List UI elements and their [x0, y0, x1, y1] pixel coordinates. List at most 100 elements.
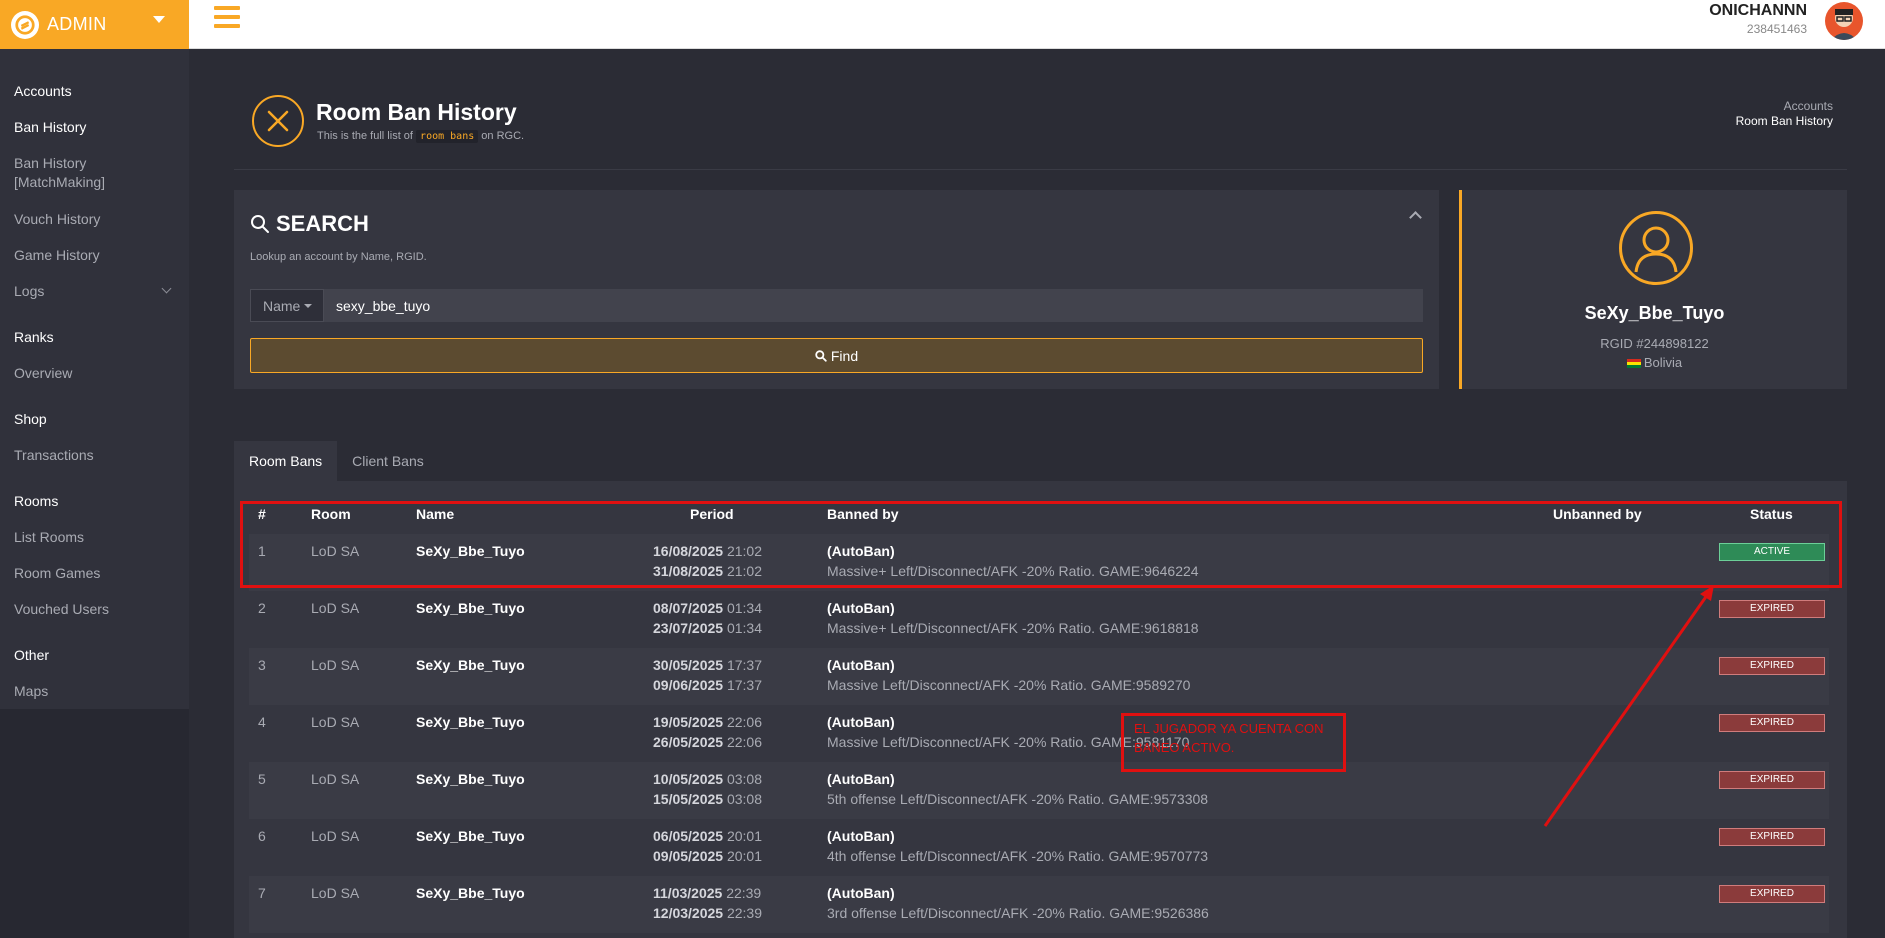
sidebar-item-ban-history-matchmaking[interactable]: Ban History [14, 154, 86, 173]
row-room: LoD SA [311, 771, 360, 787]
profile-card: SeXy_Bbe_Tuyo RGID #244898122 Bolivia [1459, 190, 1847, 389]
table-row[interactable]: 7 LoD SA SeXy_Bbe_Tuyo 11/03/2025 22:39 … [249, 876, 1829, 933]
row-period-end: 26/05/2025 22:06 [653, 734, 762, 750]
status-badge: EXPIRED [1719, 885, 1825, 903]
row-room: LoD SA [311, 828, 360, 844]
row-room: LoD SA [311, 885, 360, 901]
search-hint: Lookup an account by Name, RGID. [250, 251, 427, 263]
search-title: SEARCH [250, 211, 369, 237]
find-button[interactable]: Find [250, 338, 1423, 373]
row-start-date: 19/05/2025 [653, 714, 724, 730]
brand-menu[interactable]: ADMIN [0, 0, 189, 49]
row-period-start: 10/05/2025 03:08 [653, 771, 762, 787]
chevron-down-icon[interactable] [153, 16, 165, 23]
row-start-time: 01:34 [726, 600, 763, 616]
row-num: 5 [258, 771, 266, 787]
sidebar-item-game-history[interactable]: Game History [14, 246, 100, 265]
row-start-time: 22:06 [726, 714, 763, 730]
search-row: Name [250, 289, 1423, 322]
row-name[interactable]: SeXy_Bbe_Tuyo [416, 828, 525, 844]
page-subtitle: This is the full list of room bans on RG… [317, 130, 524, 143]
sidebar-item-transactions[interactable]: Transactions [14, 446, 94, 465]
page-subtitle-code: room bans [416, 130, 479, 143]
avatar[interactable] [1825, 2, 1863, 40]
row-end-time: 22:06 [726, 734, 763, 750]
sidebar-item-ban-history[interactable]: Ban History [14, 118, 86, 137]
search-type-select[interactable]: Name [250, 289, 324, 322]
row-room: LoD SA [311, 657, 360, 673]
row-start-time: 03:08 [726, 771, 763, 787]
table-row[interactable]: 4 LoD SA SeXy_Bbe_Tuyo 19/05/2025 22:06 … [249, 705, 1829, 762]
row-end-time: 17:37 [726, 677, 763, 693]
row-start-date: 06/05/2025 [653, 828, 724, 844]
row-reason: Massive+ Left/Disconnect/AFK -20% Ratio.… [827, 620, 1199, 636]
row-banned-by: (AutoBan) [827, 771, 895, 787]
table-row[interactable]: 5 LoD SA SeXy_Bbe_Tuyo 10/05/2025 03:08 … [249, 762, 1829, 819]
row-banned-by: (AutoBan) [827, 885, 895, 901]
row-name[interactable]: SeXy_Bbe_Tuyo [416, 771, 525, 787]
row-room: LoD SA [311, 600, 360, 616]
row-end-time: 03:08 [726, 791, 763, 807]
row-end-date: 12/03/2025 [653, 905, 724, 921]
row-banned-by: (AutoBan) [827, 714, 895, 730]
table-row[interactable]: 3 LoD SA SeXy_Bbe_Tuyo 30/05/2025 17:37 … [249, 648, 1829, 705]
breadcrumb: Accounts Room Ban History [1736, 99, 1833, 128]
tab-room-bans[interactable]: Room Bans [234, 441, 338, 481]
row-num: 2 [258, 600, 266, 616]
user-info[interactable]: ONICHANNN 238451463 [1709, 2, 1807, 36]
tab-client-bans[interactable]: Client Bans [337, 441, 439, 481]
row-reason: 5th offense Left/Disconnect/AFK -20% Rat… [827, 791, 1209, 807]
row-period-end: 23/07/2025 01:34 [653, 620, 762, 636]
sidebar-item-vouched-users[interactable]: Vouched Users [14, 600, 109, 619]
row-end-date: 26/05/2025 [653, 734, 724, 750]
row-start-time: 17:37 [726, 657, 763, 673]
row-end-date: 09/06/2025 [653, 677, 724, 693]
row-end-date: 23/07/2025 [653, 620, 724, 636]
sidebar-item-vouch-history[interactable]: Vouch History [14, 210, 100, 229]
sidebar: Accounts Ban History Ban History [MatchM… [0, 49, 189, 709]
caret-down-icon [304, 303, 313, 308]
search-icon [815, 349, 827, 362]
row-period-start: 19/05/2025 22:06 [653, 714, 762, 730]
search-icon [251, 215, 269, 233]
row-reason: 3rd offense Left/Disconnect/AFK -20% Rat… [827, 905, 1209, 921]
row-start-date: 08/07/2025 [653, 600, 724, 616]
table-row[interactable]: 2 LoD SA SeXy_Bbe_Tuyo 08/07/2025 01:34 … [249, 591, 1829, 648]
table-row[interactable]: 6 LoD SA SeXy_Bbe_Tuyo 06/05/2025 20:01 … [249, 819, 1829, 876]
row-name[interactable]: SeXy_Bbe_Tuyo [416, 714, 525, 730]
row-name[interactable]: SeXy_Bbe_Tuyo [416, 600, 525, 616]
profile-country: Bolivia [1462, 355, 1847, 370]
logo-icon [11, 10, 39, 39]
row-reason: Massive Left/Disconnect/AFK -20% Ratio. … [827, 677, 1191, 693]
sidebar-item-room-games[interactable]: Room Games [14, 564, 100, 583]
row-end-date: 15/05/2025 [653, 791, 724, 807]
row-period-start: 30/05/2025 17:37 [653, 657, 762, 673]
top-bar: ADMIN ONICHANNN 238451463 [0, 0, 1885, 49]
row-name[interactable]: SeXy_Bbe_Tuyo [416, 885, 525, 901]
row-end-time: 01:34 [726, 620, 763, 636]
row-num: 7 [258, 885, 266, 901]
row-period-end: 15/05/2025 03:08 [653, 791, 762, 807]
chevron-down-icon[interactable] [161, 283, 172, 294]
sidebar-item-logs[interactable]: Logs [14, 282, 44, 301]
sidebar-item-overview[interactable]: Overview [14, 364, 72, 383]
profile-country-name: Bolivia [1643, 355, 1683, 370]
row-period-end: 09/06/2025 17:37 [653, 677, 762, 693]
row-period-end: 09/05/2025 20:01 [653, 848, 762, 864]
sidebar-item-ban-history-matchmaking-suffix[interactable]: [MatchMaking] [14, 173, 105, 192]
row-name[interactable]: SeXy_Bbe_Tuyo [416, 657, 525, 673]
row-start-date: 11/03/2025 [653, 885, 723, 901]
sidebar-item-maps[interactable]: Maps [14, 682, 48, 701]
user-id: 238451463 [1746, 22, 1807, 36]
breadcrumb-accounts[interactable]: Accounts [1736, 99, 1833, 113]
chevron-up-icon[interactable] [1409, 211, 1422, 224]
row-banned-by: (AutoBan) [827, 828, 895, 844]
sidebar-section-other: Other [14, 647, 50, 663]
sidebar-footer [0, 709, 189, 938]
sidebar-section-accounts: Accounts [14, 83, 72, 99]
menu-icon[interactable] [214, 6, 240, 32]
profile-name: SeXy_Bbe_Tuyo [1584, 303, 1725, 323]
row-end-time: 20:01 [726, 848, 763, 864]
search-input[interactable] [324, 289, 1423, 322]
sidebar-item-list-rooms[interactable]: List Rooms [14, 528, 84, 547]
